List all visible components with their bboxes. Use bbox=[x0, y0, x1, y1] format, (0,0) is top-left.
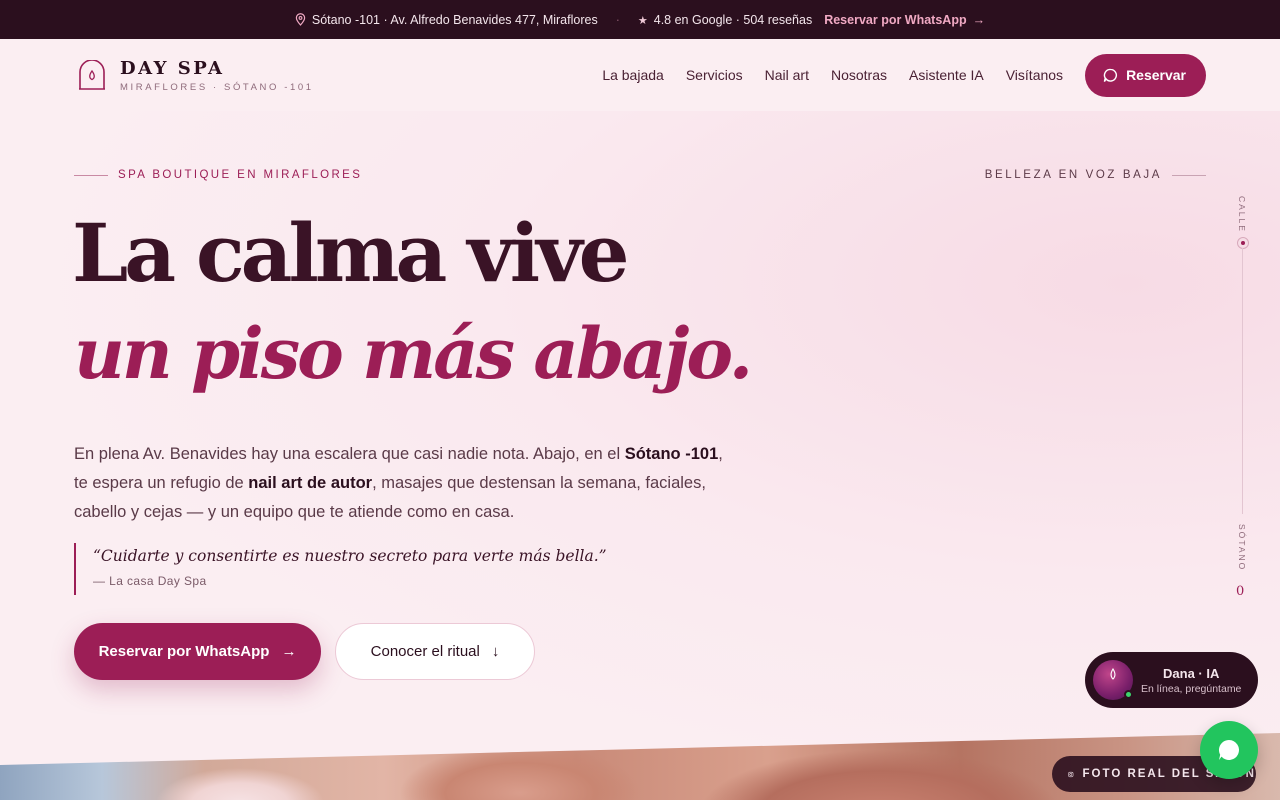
nav-item-asistente-ia[interactable]: Asistente IA bbox=[909, 67, 984, 83]
arrow-down-icon: ↓ bbox=[491, 643, 500, 660]
arrow-right-icon: → bbox=[972, 12, 986, 27]
chat-fab-button[interactable] bbox=[1200, 721, 1258, 779]
nav-item-servicios[interactable]: Servicios bbox=[686, 67, 743, 83]
online-status-dot bbox=[1124, 690, 1133, 699]
hero-description: En plena Av. Benavides hay una escalera … bbox=[74, 440, 724, 527]
hero-tagline-text: BELLEZA EN VOZ BAJA bbox=[984, 169, 1162, 181]
address-item: Sótano -101 · Av. Alfredo Benavides 477,… bbox=[295, 13, 598, 27]
scale-knob[interactable] bbox=[1237, 237, 1249, 249]
arrow-right-icon: → bbox=[281, 643, 297, 660]
scale-top-label: CALLE bbox=[1237, 196, 1247, 233]
reservar-label: Reservar bbox=[1126, 67, 1186, 83]
nav-item-nail-art[interactable]: Nail art bbox=[765, 67, 809, 83]
eyebrow-line bbox=[74, 174, 108, 176]
arch-logo-icon bbox=[79, 60, 105, 90]
drop-icon bbox=[1110, 668, 1116, 680]
scale-rail bbox=[1242, 248, 1243, 514]
star-icon: ★ bbox=[637, 14, 648, 27]
reservar-whatsapp-label: Reservar por WhatsApp bbox=[98, 643, 270, 660]
nav-item-visitanos[interactable]: Visítanos bbox=[1006, 67, 1063, 83]
lead-highlight-nail-art: nail art de autor bbox=[248, 474, 373, 492]
quote-text: “Cuidarte y consentirte es nuestro secre… bbox=[93, 547, 607, 565]
reservar-whatsapp-button[interactable]: Reservar por WhatsApp → bbox=[74, 623, 321, 680]
depth-scale: CALLE SÓTANO 0 bbox=[1232, 190, 1254, 610]
scale-value: 0 bbox=[1236, 584, 1245, 599]
top-info-bar: Sótano -101 · Av. Alfredo Benavides 477,… bbox=[0, 0, 1280, 39]
hero-title-line2: un piso más abajo. bbox=[74, 312, 753, 395]
tagline-line bbox=[1172, 174, 1206, 176]
brand-subtitle: MIRAFLORES · SÓTANO -101 bbox=[120, 81, 314, 93]
brand-name: DAY SPA bbox=[120, 57, 225, 79]
hero-title-line1: La calma vive bbox=[72, 206, 629, 300]
quote-author: — La casa Day Spa bbox=[93, 574, 207, 588]
hero-tagline: BELLEZA EN VOZ BAJA bbox=[985, 169, 1206, 181]
main-nav: DAY SPA MIRAFLORES · SÓTANO -101 La baja… bbox=[0, 39, 1280, 111]
nav-item-la-bajada[interactable]: La bajada bbox=[602, 67, 664, 83]
lead-highlight-sotano: Sótano -101 bbox=[624, 445, 719, 463]
conocer-ritual-label: Conocer el ritual bbox=[370, 643, 480, 660]
address-text: Sótano -101 · Av. Alfredo Benavides 477,… bbox=[311, 12, 598, 27]
assistant-status: En línea, pregúntame bbox=[1141, 682, 1242, 695]
hero-eyebrow-text: SPA BOUTIQUE EN MIRAFLORES bbox=[118, 169, 363, 181]
hero-eyebrow: SPA BOUTIQUE EN MIRAFLORES bbox=[74, 169, 362, 181]
lead-text: En plena Av. Benavides hay una escalera … bbox=[74, 445, 625, 463]
map-pin-icon bbox=[295, 12, 306, 26]
assistant-avatar bbox=[1093, 660, 1133, 700]
topbar-whatsapp-link[interactable]: Reservar por WhatsApp → bbox=[824, 13, 985, 27]
nav-menu: La bajada Servicios Nail art Nosotras As… bbox=[602, 53, 1206, 97]
separator-dot: · bbox=[615, 12, 620, 27]
scale-bottom-label: SÓTANO bbox=[1237, 524, 1247, 572]
rating-item: ★ 4.8 en Google · 504 reseñas bbox=[638, 13, 812, 27]
hero-quote: “Cuidarte y consentirte es nuestro secre… bbox=[74, 543, 607, 595]
chat-bubble-icon bbox=[1218, 739, 1240, 760]
instagram-icon bbox=[1068, 771, 1074, 777]
assistant-chip[interactable]: Dana · IA En línea, pregúntame bbox=[1085, 652, 1258, 708]
assistant-name: Dana · IA bbox=[1163, 665, 1220, 681]
conocer-ritual-button[interactable]: Conocer el ritual ↓ bbox=[335, 623, 535, 680]
logo[interactable]: DAY SPA MIRAFLORES · SÓTANO -101 bbox=[78, 58, 314, 93]
chat-bubble-icon bbox=[1103, 68, 1118, 82]
reservar-button[interactable]: Reservar bbox=[1085, 53, 1206, 97]
nav-item-nosotras[interactable]: Nosotras bbox=[831, 67, 887, 83]
topbar-whatsapp-label: Reservar por WhatsApp bbox=[824, 12, 967, 27]
rating-text: 4.8 en Google · 504 reseñas bbox=[653, 12, 813, 27]
